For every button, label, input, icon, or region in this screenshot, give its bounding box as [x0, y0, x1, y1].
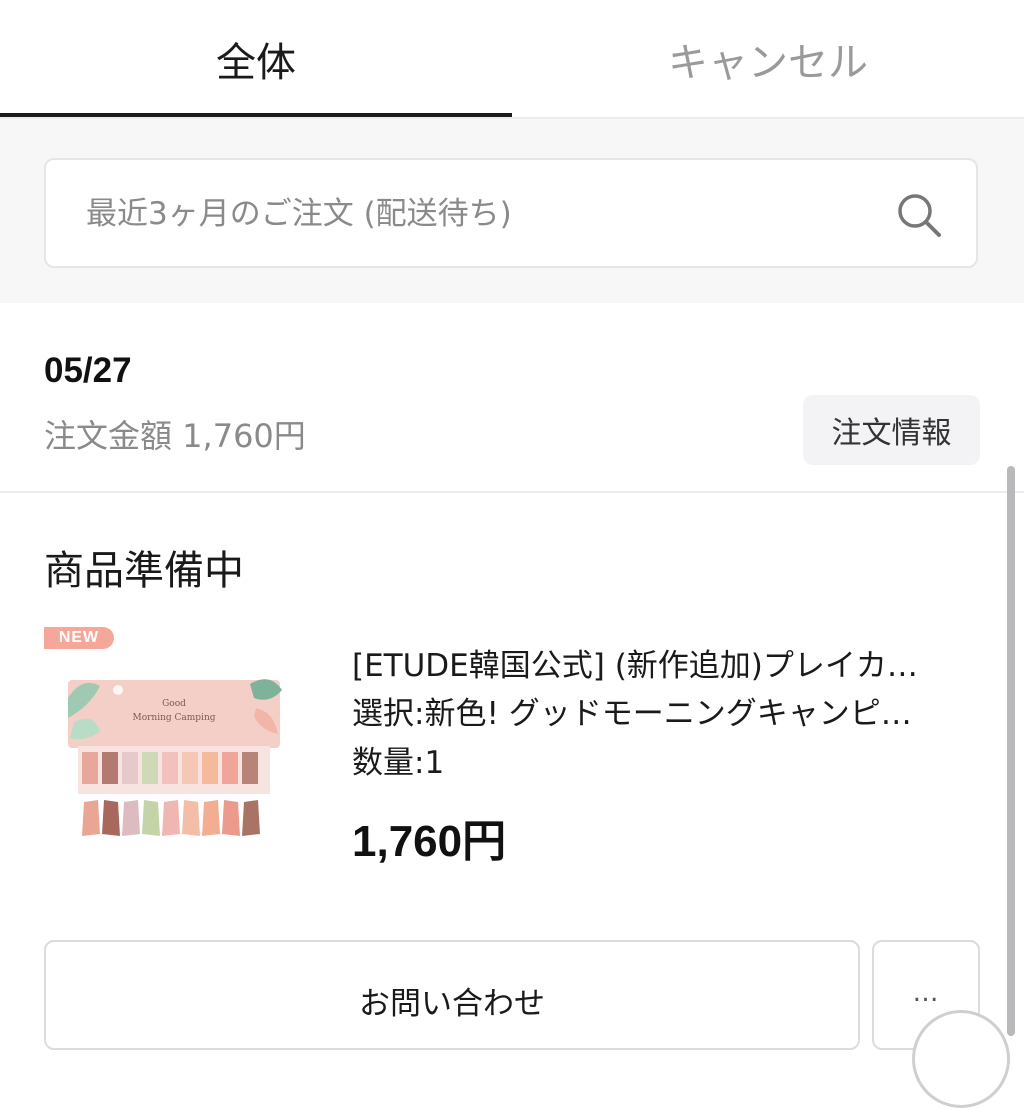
swatch-row: [82, 800, 260, 836]
inquiry-button[interactable]: お問い合わせ: [44, 940, 860, 1050]
palette-top-row: [82, 752, 258, 784]
tab-all[interactable]: 全体: [0, 0, 512, 118]
product-quantity: 数量:1: [352, 745, 445, 781]
inquiry-button-label: お問い合わせ: [359, 986, 545, 1022]
product-price: 1,760円: [352, 817, 507, 866]
floating-action-button[interactable]: [912, 1010, 1010, 1108]
order-status-title: 商品準備中: [44, 548, 244, 594]
product-image-text-2: Morning Camping: [132, 713, 215, 723]
order-amount: 注文金額 1,760円: [44, 417, 306, 455]
scrollbar[interactable]: [1007, 466, 1015, 1036]
order-tabs: 全体 キャンセル: [0, 0, 1024, 119]
search-section: [0, 119, 1024, 303]
product-name[interactable]: [ETUDE韓国公式] (新作追加)プレイカ…: [352, 640, 972, 685]
section-divider: [0, 491, 1024, 493]
product-option: 選択:新色! グッドモーニングキャンピ…: [352, 696, 912, 732]
order-date: 05/27: [44, 351, 132, 390]
search-icon[interactable]: [894, 190, 944, 240]
product-image-text-1: Good: [162, 699, 186, 709]
order-header: 05/27 注文金額 1,760円 注文情報: [0, 303, 1024, 493]
search-input[interactable]: [84, 160, 868, 268]
product-image[interactable]: Good Morning Camping: [60, 668, 288, 848]
tab-cancel[interactable]: キャンセル: [512, 0, 1024, 118]
search-box: [44, 158, 978, 268]
order-info-button[interactable]: 注文情報: [803, 395, 980, 465]
new-badge: NEW: [44, 627, 114, 649]
